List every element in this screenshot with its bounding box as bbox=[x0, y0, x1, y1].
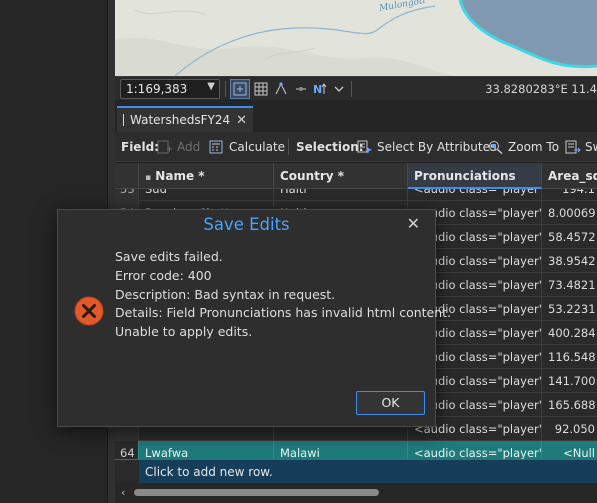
chevron-left-icon[interactable]: ‹ bbox=[121, 486, 125, 499]
header-country[interactable]: Country * bbox=[274, 163, 408, 189]
chevron-down-icon[interactable] bbox=[329, 79, 349, 99]
select-by-attributes-icon bbox=[357, 140, 372, 154]
calculator-icon bbox=[209, 140, 223, 154]
add-new-row[interactable]: Click to add new row. bbox=[115, 459, 597, 483]
ok-button[interactable]: OK bbox=[356, 391, 425, 415]
zoom-to-icon bbox=[489, 141, 503, 154]
area-cell[interactable]: 116.548 bbox=[542, 345, 597, 369]
table-tab-strip: WatershedsFY24 ✕ bbox=[115, 100, 597, 132]
area-cell[interactable]: 8.00069 bbox=[542, 201, 597, 225]
coordinates-readout: 33.8280283°E 11.4 bbox=[485, 82, 597, 96]
map-view[interactable]: Mulongoti bbox=[115, 0, 597, 76]
scale-value: 1:169,383 bbox=[126, 82, 188, 96]
map-canvas bbox=[115, 0, 597, 76]
header-row-number bbox=[115, 163, 139, 189]
selection-label: Selection: bbox=[296, 140, 364, 154]
field-label: Field: bbox=[121, 140, 159, 154]
area-cell[interactable]: 73.4821 bbox=[542, 273, 597, 297]
add-field-icon bbox=[157, 140, 172, 154]
add-label: Add bbox=[177, 140, 201, 154]
dialog-message: Save edits failed. Error code: 400 Descr… bbox=[115, 248, 451, 342]
row-number-cell bbox=[115, 460, 139, 483]
message-line: Error code: 400 bbox=[115, 267, 212, 283]
horizontal-scrollbar[interactable]: ‹ bbox=[115, 483, 597, 503]
header-area[interactable]: Area_sqkn bbox=[542, 163, 597, 189]
error-icon bbox=[74, 296, 104, 329]
close-icon[interactable]: ✕ bbox=[407, 214, 420, 233]
select-by-attributes-label: Select By Attributes bbox=[377, 140, 497, 154]
switch-selection-icon bbox=[565, 140, 581, 154]
add-field-button[interactable]: Add bbox=[157, 138, 200, 156]
message-line: Unable to apply edits. bbox=[115, 324, 253, 340]
area-cell[interactable]: 165.688 bbox=[542, 393, 597, 417]
close-icon[interactable]: ✕ bbox=[236, 113, 247, 128]
grid-icon[interactable] bbox=[251, 79, 271, 99]
area-cell[interactable]: 92.050 bbox=[542, 417, 597, 441]
message-line: Details: Field Pronunciations has invali… bbox=[115, 305, 452, 321]
sort-icon: ▪ bbox=[145, 173, 152, 183]
table-header: ▪ Name * Country * Pronunciations Area_s… bbox=[115, 163, 597, 189]
svg-text:N: N bbox=[313, 83, 322, 96]
zoom-to-button[interactable]: Zoom To bbox=[488, 138, 559, 156]
north-arrow-icon[interactable]: N bbox=[311, 79, 331, 99]
calculate-label: Calculate bbox=[229, 140, 286, 154]
area-cell[interactable]: 400.284 bbox=[542, 321, 597, 345]
area-cell[interactable]: 141.700 bbox=[542, 369, 597, 393]
table-toolbar: Field: Add Calculate Selection: Select B… bbox=[115, 132, 597, 162]
divider bbox=[351, 81, 352, 97]
map-status-bar: 1:169,383 ▼ N 33.8280283°E 11.4 bbox=[115, 76, 597, 100]
header-pronunciations[interactable]: Pronunciations bbox=[408, 163, 542, 189]
message-line: Description: Bad syntax in request. bbox=[115, 286, 336, 302]
tab-label: WatershedsFY24 bbox=[130, 113, 231, 127]
switch-label: Sw bbox=[585, 140, 597, 154]
divider bbox=[288, 139, 289, 155]
area-cell[interactable]: 38.9542 bbox=[542, 249, 597, 273]
zoom-to-label: Zoom To bbox=[508, 140, 560, 154]
add-new-row-label: Click to add new row. bbox=[145, 465, 273, 479]
scale-combobox[interactable]: 1:169,383 ▼ bbox=[120, 79, 220, 99]
select-by-attributes-button[interactable]: Select By Attributes bbox=[357, 138, 496, 156]
chevron-down-icon[interactable]: ▼ bbox=[207, 81, 215, 92]
scrollbar-thumb[interactable] bbox=[134, 489, 379, 496]
divider bbox=[225, 81, 226, 97]
save-edits-dialog: Save Edits ✕ Save edits failed. Error co… bbox=[57, 209, 451, 427]
fixed-scale-icon[interactable] bbox=[230, 79, 250, 99]
pause-drawing-icon[interactable] bbox=[291, 79, 311, 99]
header-name-label: Name * bbox=[155, 169, 205, 183]
area-cell[interactable]: 53.2231 bbox=[542, 297, 597, 321]
dialog-title: Save Edits bbox=[203, 215, 290, 234]
snapping-icon[interactable] bbox=[271, 79, 291, 99]
table-icon bbox=[123, 114, 124, 126]
header-name[interactable]: ▪ Name * bbox=[139, 163, 274, 189]
calculate-field-button[interactable]: Calculate bbox=[209, 138, 285, 156]
switch-selection-button[interactable]: Sw bbox=[565, 138, 597, 156]
tab-watersheds[interactable]: WatershedsFY24 ✕ bbox=[117, 106, 253, 132]
message-line: Save edits failed. bbox=[115, 249, 223, 264]
area-cell[interactable]: 58.4572 bbox=[542, 225, 597, 249]
